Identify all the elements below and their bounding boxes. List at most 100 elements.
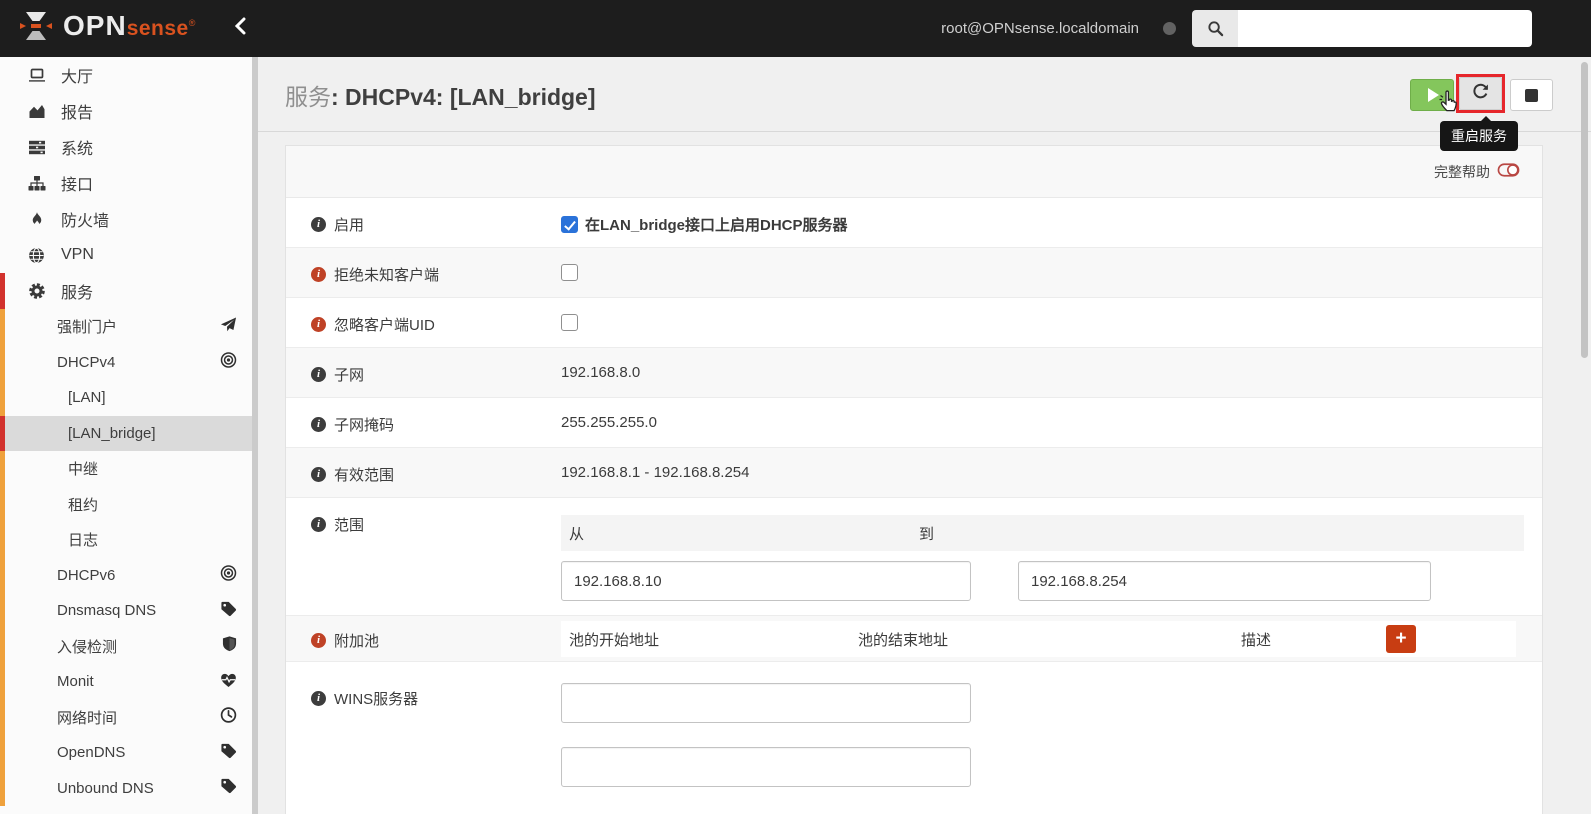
sidebar-subitem-ntp[interactable]: 网络时间	[0, 699, 252, 735]
restart-tooltip: 重启服务	[1440, 116, 1518, 151]
sidebar-subitem-dnsmasq[interactable]: Dnsmasq DNS	[0, 593, 252, 629]
sidebar-item-vpn[interactable]: VPN	[0, 237, 252, 273]
info-icon[interactable]: i	[311, 367, 326, 382]
info-icon[interactable]: i	[311, 633, 326, 648]
restart-service-button[interactable]	[1459, 77, 1502, 110]
brand-registered-mark: ®	[188, 18, 196, 28]
subitem-label: 日志	[68, 532, 99, 550]
wins-server-input-2[interactable]	[561, 747, 971, 787]
sidebar-subitem-monit[interactable]: Monit	[0, 664, 252, 700]
opnsense-logo[interactable]: OPN sense ®	[18, 10, 195, 47]
search-input[interactable]	[1238, 10, 1532, 47]
sidebar-subitem-log[interactable]: 日志	[0, 522, 252, 558]
sidebar-subitem-intrusion-detection[interactable]: 入侵检测	[0, 628, 252, 664]
add-pool-button[interactable]: +	[1386, 625, 1416, 653]
status-dot	[1163, 22, 1176, 35]
field-label: 拒绝未知客户端	[334, 267, 440, 284]
area-chart-icon	[27, 103, 46, 120]
sidebar-item-reporting[interactable]: 报告	[0, 93, 252, 129]
help-toggle-icon[interactable]	[1497, 162, 1520, 181]
row-subnet: i 子网 192.168.8.0	[286, 348, 1542, 398]
global-search	[1192, 10, 1532, 47]
row-deny-unknown: i 拒绝未知客户端	[286, 248, 1542, 298]
field-label: 有效范围	[334, 467, 395, 484]
subitem-label: [LAN]	[68, 389, 106, 407]
vertical-scrollbar[interactable]	[1581, 62, 1588, 358]
main-content: 服务: DHCPv4: [LAN_bridge] 重启服务 完整帮助 i 启用 …	[258, 57, 1591, 814]
sidebar-item-label: 系统	[61, 141, 94, 158]
deny-unknown-checkbox[interactable]	[561, 264, 578, 281]
refresh-icon	[1471, 82, 1490, 106]
sidebar-item-label: 大厅	[61, 69, 94, 86]
sidebar-item-services[interactable]: 服务	[0, 273, 252, 309]
sidebar-subitem-opendns[interactable]: OpenDNS	[0, 735, 252, 771]
sidebar-item-lobby[interactable]: 大厅	[0, 57, 252, 93]
pool-end-header: 池的结束地址	[858, 631, 949, 649]
row-range: i 范围 从 到	[286, 498, 1542, 616]
subitem-label: Monit	[57, 673, 94, 691]
row-wins-servers: i WINS服务器	[286, 662, 1542, 814]
sidebar-item-label: VPN	[61, 246, 94, 263]
opnsense-logo-icon	[18, 10, 54, 47]
field-label: WINS服务器	[334, 691, 419, 708]
info-icon[interactable]: i	[311, 691, 326, 706]
full-help-label[interactable]: 完整帮助	[1434, 162, 1490, 182]
info-icon[interactable]: i	[311, 467, 326, 482]
range-from-header: 从	[569, 525, 585, 543]
range-table-header: 从 到	[561, 515, 1524, 551]
mouse-cursor-icon	[1436, 89, 1462, 122]
field-label: 忽略客户端UID	[334, 317, 435, 334]
chevron-left-icon	[233, 17, 249, 40]
sidebar-subitem-dhcpv6[interactable]: DHCPv6	[0, 557, 252, 593]
tasks-icon	[27, 139, 46, 156]
range-to-header: 到	[919, 525, 935, 543]
range-from-input[interactable]	[561, 561, 971, 601]
subnet-mask-value: 255.255.255.0	[561, 414, 657, 431]
subitem-label: 网络时间	[57, 709, 118, 727]
sidebar-subitem-lan[interactable]: [LAN]	[0, 380, 252, 416]
enable-dhcp-text: 在LAN_bridge接口上启用DHCP服务器	[585, 217, 848, 234]
paper-plane-icon	[220, 316, 237, 337]
subitem-label: Unbound DNS	[57, 779, 154, 797]
sidebar-collapse-button[interactable]	[227, 15, 255, 43]
info-icon[interactable]: i	[311, 267, 326, 282]
info-icon[interactable]: i	[311, 217, 326, 232]
sidebar-item-label: 接口	[61, 177, 94, 194]
stop-service-button[interactable]	[1510, 79, 1553, 111]
wins-server-input-1[interactable]	[561, 683, 971, 723]
restart-highlight-box	[1456, 74, 1505, 113]
field-label: 附加池	[334, 633, 380, 650]
sidebar-subitem-leases[interactable]: 租约	[0, 486, 252, 522]
sitemap-icon	[27, 175, 46, 192]
row-enable: i 启用 在LAN_bridge接口上启用DHCP服务器	[286, 198, 1542, 248]
info-icon[interactable]: i	[311, 317, 326, 332]
ignore-uid-checkbox[interactable]	[561, 314, 578, 331]
bullseye-icon	[220, 565, 237, 586]
sidebar-item-firewall[interactable]: 防火墙	[0, 201, 252, 237]
row-subnet-mask: i 子网掩码 255.255.255.0	[286, 398, 1542, 448]
page-title-detail: : DHCPv4: [LAN_bridge]	[331, 84, 596, 110]
sidebar-subitem-relay[interactable]: 中继	[0, 451, 252, 487]
field-label: 子网掩码	[334, 417, 395, 434]
subitem-label: 租约	[68, 496, 99, 514]
field-label: 子网	[334, 367, 365, 384]
sidebar-item-system[interactable]: 系统	[0, 129, 252, 165]
sidebar-subitem-unbound-dns[interactable]: Unbound DNS	[0, 770, 252, 806]
sidebar-subitem-dhcpv4[interactable]: DHCPv4	[0, 344, 252, 380]
sidebar-subitem-lan-bridge[interactable]: [LAN_bridge]	[0, 415, 252, 451]
header-divider	[258, 131, 1591, 132]
subnet-value: 192.168.8.0	[561, 364, 641, 381]
row-additional-pools: i 附加池 池的开始地址 池的结束地址 描述 +	[286, 616, 1542, 662]
sidebar-item-label: 服务	[61, 285, 94, 302]
field-label: 启用	[334, 217, 365, 234]
enable-dhcp-checkbox[interactable]	[561, 216, 578, 233]
info-icon[interactable]: i	[311, 417, 326, 432]
sidebar-item-interfaces[interactable]: 接口	[0, 165, 252, 201]
search-icon	[1192, 10, 1238, 47]
info-icon[interactable]: i	[311, 517, 326, 532]
row-ignore-uid: i 忽略客户端UID	[286, 298, 1542, 348]
pool-desc-header: 描述	[1241, 631, 1272, 649]
range-to-input[interactable]	[1018, 561, 1431, 601]
field-label: 范围	[334, 517, 365, 534]
sidebar-subitem-captive-portal[interactable]: 强制门户	[0, 309, 252, 345]
